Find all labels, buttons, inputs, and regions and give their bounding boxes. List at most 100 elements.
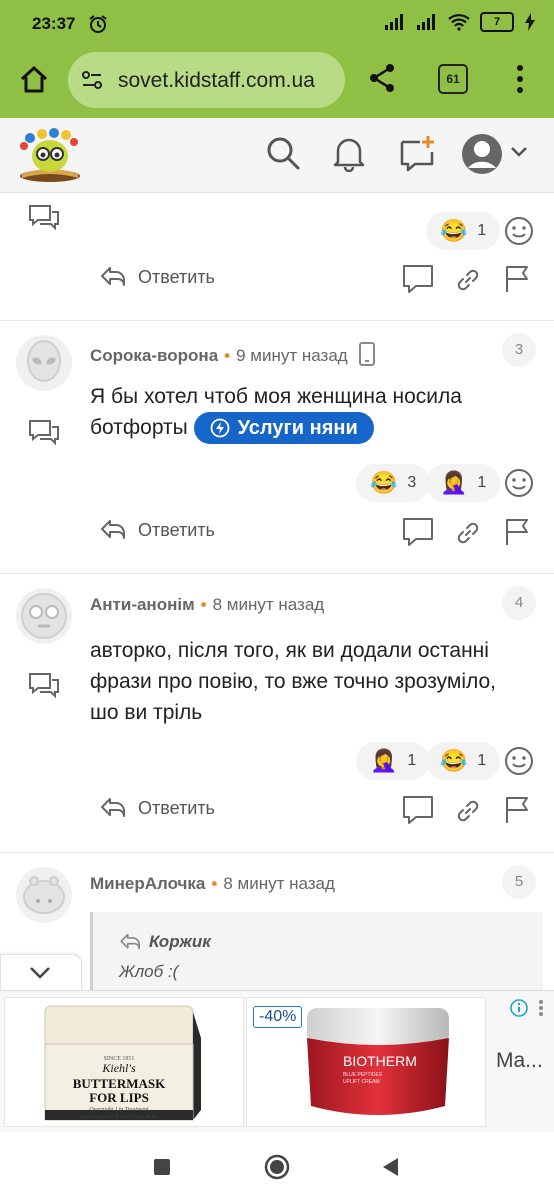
ad1-line4: with Coconut Oil & Wild Mango Butter (79, 1115, 158, 1120)
discount-badge: -40% (253, 1006, 303, 1028)
collapse-ad-button[interactable] (0, 954, 82, 991)
comment-0: 😂 1 Ответить (0, 192, 554, 320)
meta-dot: • (211, 874, 218, 893)
reaction-count: 1 (477, 752, 487, 769)
more-menu-icon[interactable] (510, 64, 530, 94)
author-name[interactable]: МинерАлочка (90, 874, 205, 893)
ad1-brand: Kiehl's (101, 1061, 136, 1075)
status-time: 23:37 (32, 14, 76, 33)
comment-number[interactable]: 5 (502, 865, 536, 899)
comment-text-line: Я бы хотел чтоб моя женщина носила (90, 385, 462, 408)
reaction-laugh[interactable]: 😂 3 (356, 464, 431, 502)
android-nav-bar (0, 1132, 554, 1200)
recent-apps-icon[interactable] (153, 1158, 171, 1176)
chevron-down-icon[interactable] (510, 146, 528, 158)
ad-info-icon[interactable] (510, 999, 528, 1017)
mobile-device-icon (359, 342, 376, 366)
tab-count: 61 (446, 72, 460, 86)
home-nav-icon[interactable] (264, 1154, 290, 1180)
battery-icon: 7 (480, 12, 514, 32)
comment-author-line: Анти-анонім • 8 минут назад (90, 595, 324, 615)
comment-time: 8 минут назад (212, 595, 325, 614)
battery-level: 7 (493, 16, 501, 28)
comment-number[interactable]: 4 (502, 586, 536, 620)
flag-icon[interactable] (504, 795, 530, 825)
add-reaction-icon[interactable] (504, 468, 534, 498)
flag-icon[interactable] (504, 517, 530, 547)
avatar[interactable] (16, 588, 72, 644)
home-icon[interactable] (16, 62, 52, 98)
link-icon[interactable] (455, 267, 481, 293)
site-logo[interactable] (16, 126, 84, 184)
site-settings-icon[interactable] (80, 68, 104, 92)
laugh-icon: 😂 (370, 470, 398, 495)
url-bar[interactable]: sovet.kidstaff.com.ua (68, 52, 345, 108)
ad-card-biotherm[interactable]: BIOTHERM BLUE PEPTIDES UPLIFT CREAM -40% (246, 997, 486, 1127)
quote-icon[interactable] (402, 517, 434, 547)
reply-label: Ответить (138, 797, 215, 818)
comments-icon (29, 420, 59, 446)
quote-author[interactable]: Коржик (119, 932, 211, 952)
new-topic-icon[interactable] (398, 134, 438, 174)
comment-text: авторко, після того, як ви додали останн… (90, 635, 540, 728)
tab-switcher-button[interactable]: 61 (438, 64, 468, 94)
quote-icon[interactable] (402, 264, 434, 294)
comment-time: 9 минут назад (236, 346, 348, 365)
ad2-sub1: BLUE PEPTIDES (343, 1072, 383, 1078)
search-icon[interactable] (264, 134, 302, 172)
comment-2: Анти-анонім • 8 минут назад 4 авторко, піс… (0, 574, 554, 852)
reaction-facepalm[interactable]: 🤦‍♀️ 1 (426, 464, 501, 502)
avatar[interactable] (16, 335, 72, 391)
meta-dot: • (200, 595, 207, 614)
laugh-icon: 😂 (440, 748, 468, 773)
meta-dot: • (224, 346, 231, 365)
reaction-count: 3 (407, 474, 417, 491)
author-name[interactable]: Сорока-ворона (90, 346, 218, 365)
quote-icon[interactable] (402, 795, 434, 825)
reaction-facepalm[interactable]: 🤦‍♀️ 1 (356, 742, 431, 780)
reply-button[interactable]: Ответить (100, 266, 215, 288)
comment-text-line-2: ботфорты Услуги няни (90, 412, 540, 445)
comment-text: Я бы хотел чтоб моя женщина носила ботфо… (90, 381, 540, 445)
quote-text: Жлоб :( (119, 962, 179, 981)
ad-card-kiehls[interactable]: SINCE 1851 Kiehl's BUTTERMASK FOR LIPS O… (4, 997, 244, 1127)
quoted-comment: Коржик Жлоб :( (90, 912, 543, 992)
ad-card-more-label[interactable]: Ma... (496, 1049, 543, 1073)
reply-arrow-icon (101, 798, 125, 817)
add-reaction-icon[interactable] (504, 216, 534, 246)
bell-icon[interactable] (332, 134, 366, 172)
avatar-icon[interactable] (460, 132, 504, 176)
reply-button[interactable]: Ответить (100, 519, 215, 541)
ad-close-icon[interactable] (534, 999, 548, 1017)
reply-button[interactable]: Ответить (100, 797, 215, 819)
status-bar: 23:37 7 (0, 0, 554, 48)
reply-arrow-icon (120, 933, 140, 950)
flag-icon[interactable] (504, 264, 530, 294)
nanny-services-button[interactable]: Услуги няни (193, 412, 374, 445)
ad-banner: SINCE 1851 Kiehl's BUTTERMASK FOR LIPS O… (0, 990, 554, 1133)
ghost-avatar-icon (21, 593, 67, 639)
reaction-laugh[interactable]: 😂 1 (426, 212, 501, 250)
comment-number[interactable]: 3 (502, 333, 536, 367)
comment-1: Сорока-ворона • 9 минут назад 3 Я бы хотел… (0, 321, 554, 573)
back-nav-icon[interactable] (380, 1156, 400, 1178)
ad1-line1: BUTTERMASK (73, 1076, 166, 1091)
link-icon[interactable] (455, 520, 481, 546)
lip-mask-product-image: SINCE 1851 Kiehl's BUTTERMASK FOR LIPS O… (44, 1005, 201, 1121)
reply-arrow-icon (101, 520, 125, 539)
avatar[interactable] (16, 867, 72, 923)
reply-label: Ответить (138, 266, 215, 287)
add-reaction-icon[interactable] (504, 746, 534, 776)
alarm-icon (89, 15, 107, 33)
author-name[interactable]: Анти-анонім (90, 595, 195, 614)
comment-time: 8 минут назад (223, 874, 335, 893)
reaction-count: 1 (407, 752, 417, 769)
comment-author-line: МинерАлочка • 8 минут назад (90, 874, 335, 894)
nanny-services-label: Услуги няни (237, 417, 358, 440)
browser-toolbar: sovet.kidstaff.com.ua 61 (0, 48, 554, 118)
comment-author-line: Сорока-ворона • 9 минут назад (90, 342, 376, 366)
link-icon[interactable] (455, 798, 481, 824)
url-text: sovet.kidstaff.com.ua (118, 69, 315, 92)
reaction-laugh[interactable]: 😂 1 (426, 742, 501, 780)
share-icon[interactable] (366, 62, 398, 94)
